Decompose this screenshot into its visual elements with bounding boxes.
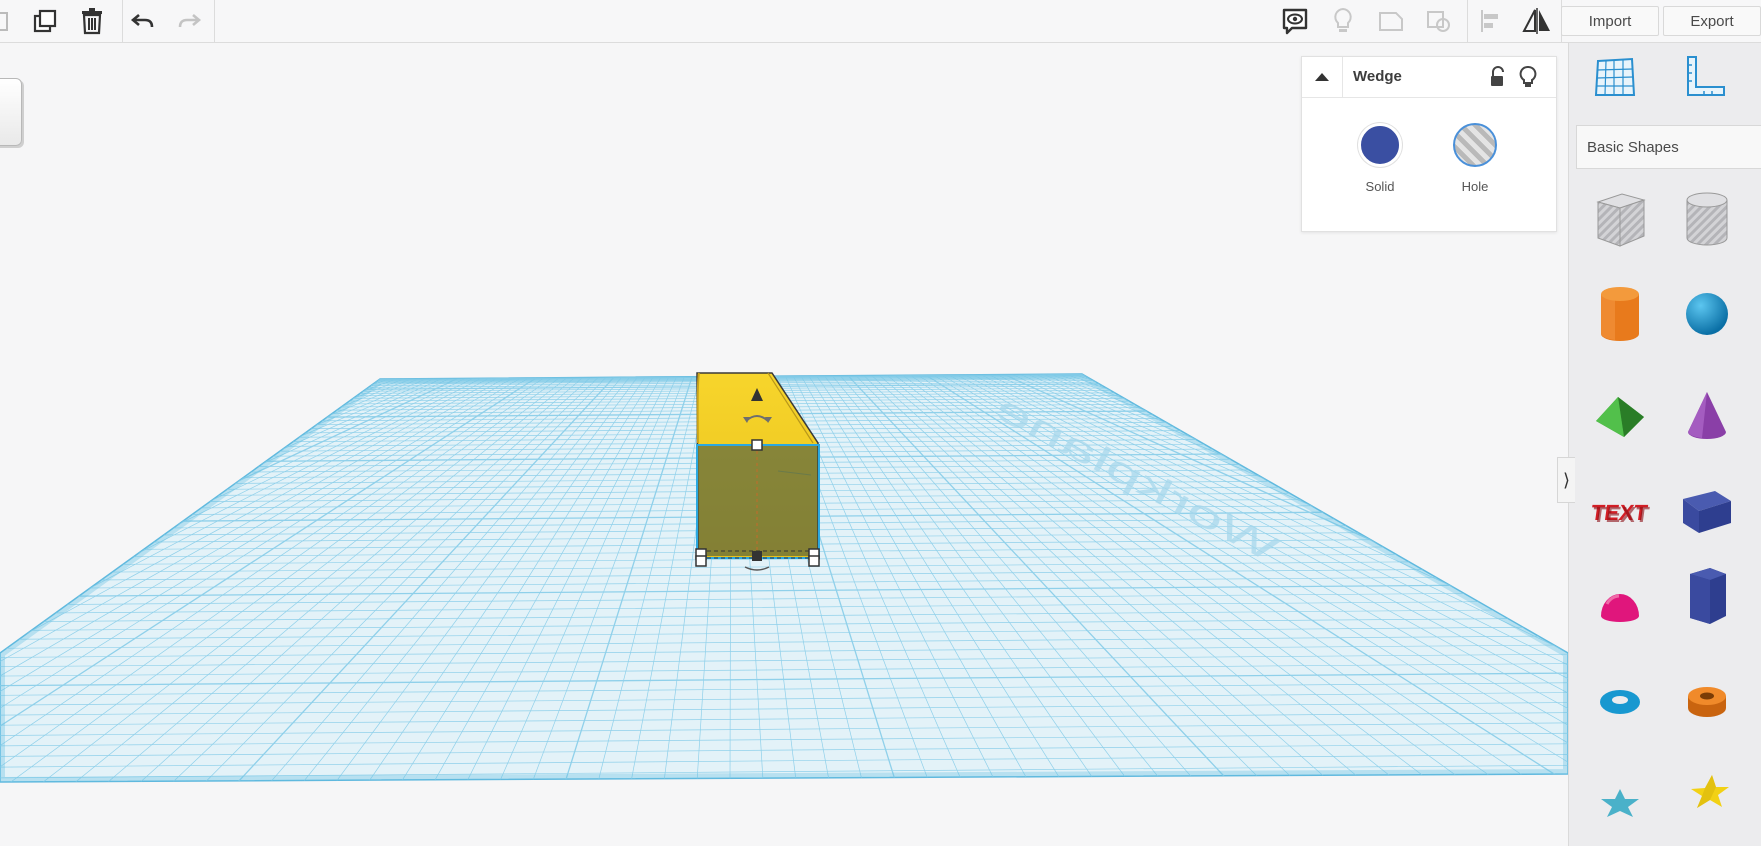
copy-icon[interactable] <box>27 4 63 38</box>
top-height-handle[interactable] <box>751 439 763 451</box>
align-icon[interactable] <box>1473 4 1509 38</box>
unlock-icon[interactable] <box>1488 66 1508 88</box>
svg-text:TEXT: TEXT <box>1591 502 1650 527</box>
solid-label: Solid <box>1365 179 1395 194</box>
cylinder-shape[interactable] <box>1587 281 1653 347</box>
star-shape[interactable] <box>1587 759 1653 825</box>
shape-category-select[interactable]: Basic Shapes <box>1576 125 1761 169</box>
box-hole-shape[interactable] <box>1587 187 1653 253</box>
solid-color-swatch[interactable] <box>1358 123 1402 167</box>
corner-handle[interactable] <box>695 555 707 567</box>
torus-shape[interactable] <box>1587 669 1653 735</box>
half-sphere-shape[interactable] <box>1587 573 1653 639</box>
chevron-up-icon <box>1315 73 1329 81</box>
trash-icon[interactable] <box>74 4 110 38</box>
redo-icon[interactable] <box>171 4 207 38</box>
toolbar-divider <box>1467 0 1468 42</box>
mirror-icon[interactable] <box>1519 4 1555 38</box>
shape-inspector-panel: Wedge Solid Hole <box>1301 56 1557 232</box>
corner-handle[interactable] <box>808 555 820 567</box>
collapse-sidebar-button[interactable]: ⟩ <box>1557 457 1575 503</box>
shapes-sidebar: Basic Shapes TEXT TEXT <box>1568 43 1761 846</box>
hole-swatch[interactable] <box>1453 123 1497 167</box>
roof-shape[interactable] <box>1587 383 1653 449</box>
chevron-right-icon: ⟩ <box>1562 469 1571 490</box>
star-shape[interactable] <box>1674 755 1740 821</box>
collapse-inspector-button[interactable] <box>1302 57 1343 97</box>
edge-handle[interactable] <box>752 551 762 561</box>
cylinder-hole-shape[interactable] <box>1674 187 1740 253</box>
group-icon[interactable] <box>1373 4 1409 38</box>
inspector-shape-title: Wedge <box>1353 68 1402 85</box>
hole-label: Hole <box>1461 179 1489 194</box>
paste-icon[interactable] <box>0 4 18 38</box>
tube-shape[interactable] <box>1674 669 1740 735</box>
polygon-shape[interactable] <box>1674 563 1740 629</box>
toolbar-divider <box>122 0 123 42</box>
workplane-grid-icon[interactable] <box>1592 53 1640 101</box>
box-shape[interactable] <box>1674 479 1740 545</box>
import-button[interactable]: Import <box>1561 6 1659 36</box>
export-button[interactable]: Export <box>1663 6 1761 36</box>
view-cube[interactable] <box>0 78 22 146</box>
undo-icon[interactable] <box>125 4 161 38</box>
speech-bubble-eye-icon[interactable] <box>1277 4 1313 38</box>
top-toolbar: Import Export <box>0 0 1761 43</box>
toolbar-divider <box>214 0 215 42</box>
selection-box-fill <box>698 446 818 556</box>
lightbulb-icon[interactable] <box>1325 4 1361 38</box>
sphere-shape[interactable] <box>1674 281 1740 347</box>
ungroup-icon[interactable] <box>1421 4 1457 38</box>
ruler-icon[interactable] <box>1680 53 1728 101</box>
lightbulb-icon[interactable] <box>1518 65 1538 89</box>
text-shape[interactable]: TEXT TEXT <box>1587 479 1653 545</box>
cone-shape[interactable] <box>1674 383 1740 449</box>
inspector-header: Wedge <box>1302 57 1556 98</box>
